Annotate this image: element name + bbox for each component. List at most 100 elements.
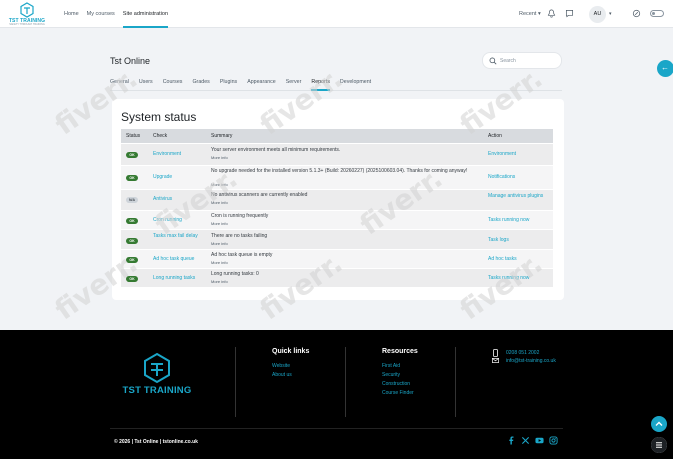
tab-general[interactable]: General: [110, 74, 129, 91]
action-link[interactable]: Notifications: [488, 174, 548, 181]
action-link[interactable]: Environment: [488, 151, 548, 158]
footer-link-first-aid[interactable]: First Aid: [382, 363, 400, 369]
page-title: Tst Online: [110, 56, 151, 66]
action-link[interactable]: Tasks running now: [488, 217, 548, 224]
system-status-card: System status Status Check Summary Actio…: [112, 99, 564, 300]
site-footer: TST TRAINING Quick links Website About u…: [0, 330, 673, 459]
edit-mode-toggle[interactable]: [650, 10, 664, 17]
summary-text: No upgrade needed for the installed vers…: [211, 168, 468, 174]
more-info-link[interactable]: More info: [211, 221, 228, 226]
phone-icon: [493, 349, 498, 357]
tab-grades[interactable]: Grades: [192, 74, 209, 91]
chat-icon[interactable]: [565, 9, 574, 18]
more-info-link[interactable]: More info: [211, 260, 228, 265]
avatar[interactable]: AU: [589, 6, 606, 23]
search-placeholder: Search: [500, 58, 516, 64]
check-link[interactable]: Ad hoc task queue: [153, 256, 201, 263]
summary-text: Ad hoc task queue is empty: [211, 252, 273, 258]
logo-icon: [20, 2, 34, 18]
table-header: Status Check Summary Action: [121, 129, 553, 143]
table-row: OK Cron running Cron is running frequent…: [121, 210, 553, 229]
footer-logo[interactable]: TST TRAINING: [117, 352, 197, 402]
tab-appearance[interactable]: Appearance: [247, 74, 276, 91]
table-row: OK Long running tasks Long running tasks…: [121, 268, 553, 287]
youtube-icon[interactable]: [535, 436, 544, 445]
tab-plugins[interactable]: Plugins: [220, 74, 237, 91]
action-link[interactable]: Task logs: [488, 237, 548, 244]
arrow-left-icon: ←: [661, 63, 669, 72]
action-link[interactable]: Manage antivirus plugins: [488, 193, 548, 200]
check-link[interactable]: Tasks max fail delay: [153, 233, 201, 240]
tab-development[interactable]: Development: [340, 74, 371, 91]
tab-courses[interactable]: Courses: [163, 74, 183, 91]
search-icon: [489, 57, 497, 65]
brand-logo[interactable]: TST TRAINING SAFETY THROUGH TRAINING: [7, 2, 47, 26]
footer-email[interactable]: info@tst-training.co.uk: [506, 358, 556, 364]
edit-mode-icon[interactable]: [632, 9, 641, 18]
more-info-link[interactable]: More info: [211, 241, 228, 246]
email-icon: [492, 358, 499, 363]
footer-logo-text: TST TRAINING: [122, 385, 192, 396]
footer-link-about[interactable]: About us: [272, 372, 292, 378]
search-input[interactable]: Search: [482, 52, 562, 69]
action-link[interactable]: Ad hoc tasks: [488, 256, 548, 263]
section-title: System status: [121, 110, 197, 124]
x-icon[interactable]: [521, 436, 530, 445]
more-info-link[interactable]: More info: [211, 182, 228, 187]
table-row: OK Upgrade No upgrade needed for the ins…: [121, 165, 553, 189]
footer-link-website[interactable]: Website: [272, 363, 290, 369]
recent-label: Recent: [519, 11, 537, 17]
table-row: OK Ad hoc task queue Ad hoc task queue i…: [121, 249, 553, 268]
back-to-top-button[interactable]: [651, 416, 667, 432]
instagram-icon[interactable]: [549, 436, 558, 445]
tab-reports[interactable]: Reports: [311, 74, 330, 91]
facebook-icon[interactable]: [507, 436, 516, 445]
nav-home[interactable]: Home: [64, 0, 79, 28]
status-badge: OK: [126, 218, 138, 224]
table-row: N/A Antivirus No antivirus scanners are …: [121, 189, 553, 210]
more-info-link[interactable]: More info: [211, 200, 228, 205]
summary-text: No antivirus scanners are currently enab…: [211, 192, 308, 198]
more-info-link[interactable]: More info: [211, 279, 228, 284]
footer-phone[interactable]: 0208 051 2002: [506, 350, 539, 356]
copyright-text: © 2026 | Tst Online | tstonline.co.uk: [114, 439, 198, 445]
footer-link-construction[interactable]: Construction: [382, 381, 410, 387]
drawer-toggle-button[interactable]: ←: [657, 60, 673, 77]
footer-menu-button[interactable]: [651, 437, 667, 453]
check-link[interactable]: Antivirus: [153, 196, 201, 203]
summary-text: Cron is running frequently: [211, 213, 269, 219]
footer-link-security[interactable]: Security: [382, 372, 400, 378]
summary-text: There are no tasks failing: [211, 233, 268, 239]
status-badge: OK: [126, 276, 138, 282]
recent-dropdown[interactable]: Recent ▾: [519, 11, 541, 17]
check-link[interactable]: Cron running: [153, 217, 201, 224]
table-row: OK Tasks max fail delay There are no tas…: [121, 229, 553, 249]
status-badge: OK: [126, 175, 138, 181]
tab-users[interactable]: Users: [139, 74, 153, 91]
primary-navigation: Home My courses Site administration: [64, 0, 176, 28]
tab-server[interactable]: Server: [286, 74, 302, 91]
status-badge: N/A: [126, 197, 138, 203]
more-info-link[interactable]: More info: [211, 155, 228, 160]
action-link[interactable]: Tasks running now: [488, 275, 548, 282]
resources-heading: Resources: [382, 348, 418, 355]
check-link[interactable]: Upgrade: [153, 174, 201, 181]
top-navbar: TST TRAINING SAFETY THROUGH TRAINING Hom…: [0, 0, 673, 28]
table-row: OK Environment Your server environment m…: [121, 143, 553, 165]
nav-site-administration[interactable]: Site administration: [122, 0, 169, 28]
footer-divider: [455, 347, 456, 417]
brand-tagline: SAFETY THROUGH TRAINING: [9, 23, 45, 26]
nav-my-courses[interactable]: My courses: [87, 0, 115, 28]
footer-divider: [345, 347, 346, 417]
summary-text: Your server environment meets all minimu…: [211, 147, 341, 153]
chevron-down-icon[interactable]: ▾: [609, 11, 612, 17]
check-link[interactable]: Long running tasks: [153, 275, 213, 282]
bell-icon[interactable]: [547, 9, 556, 18]
footer-link-course-finder[interactable]: Course Finder: [382, 390, 414, 396]
quick-links-heading: Quick links: [272, 348, 310, 355]
status-badge: OK: [126, 152, 138, 158]
check-link[interactable]: Environment: [153, 151, 201, 158]
header-action: Action: [488, 133, 502, 139]
menu-icon: [651, 437, 667, 453]
status-table: Status Check Summary Action OK Environme…: [121, 129, 553, 287]
